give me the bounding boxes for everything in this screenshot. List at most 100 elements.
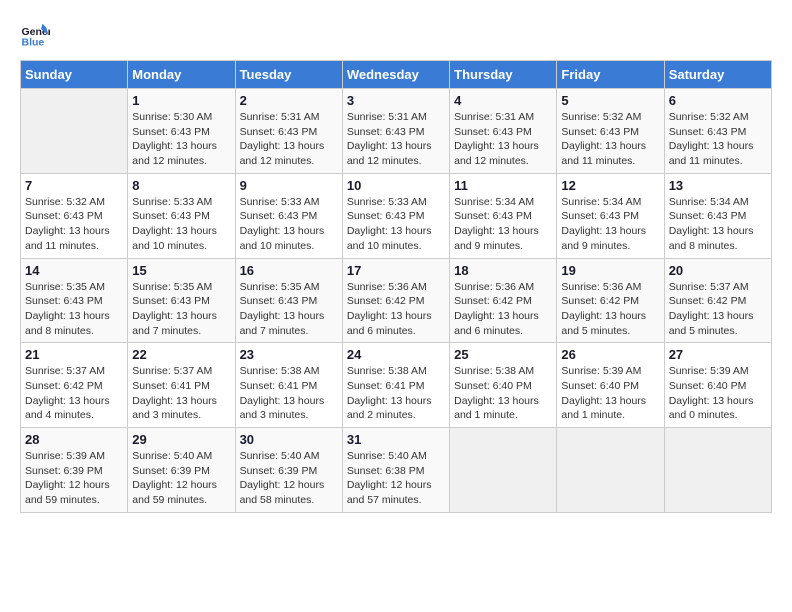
day-number: 16 (240, 263, 338, 278)
day-info: Sunrise: 5:34 AM Sunset: 6:43 PM Dayligh… (561, 195, 659, 254)
calendar-cell: 4 Sunrise: 5:31 AM Sunset: 6:43 PM Daylig… (450, 89, 557, 174)
calendar-cell: 6 Sunrise: 5:32 AM Sunset: 6:43 PM Daylig… (664, 89, 771, 174)
calendar-cell (21, 89, 128, 174)
day-info: Sunrise: 5:36 AM Sunset: 6:42 PM Dayligh… (561, 280, 659, 339)
calendar-cell (557, 428, 664, 513)
calendar-cell (450, 428, 557, 513)
calendar-cell: 27 Sunrise: 5:39 AM Sunset: 6:40 PM Dayli… (664, 343, 771, 428)
day-number: 27 (669, 347, 767, 362)
day-number: 9 (240, 178, 338, 193)
calendar-cell: 11 Sunrise: 5:34 AM Sunset: 6:43 PM Dayli… (450, 173, 557, 258)
day-info: Sunrise: 5:37 AM Sunset: 6:41 PM Dayligh… (132, 364, 230, 423)
calendar-cell: 24Sunrise: 5:38 AM Sunset: 6:41 PM Dayli… (342, 343, 449, 428)
calendar-cell (664, 428, 771, 513)
day-number: 22 (132, 347, 230, 362)
calendar-cell: 20Sunrise: 5:37 AM Sunset: 6:42 PM Dayli… (664, 258, 771, 343)
day-info: Sunrise: 5:31 AM Sunset: 6:43 PM Dayligh… (347, 110, 445, 169)
calendar-week-1: 1 Sunrise: 5:30 AM Sunset: 6:43 PM Daylig… (21, 89, 772, 174)
day-info: Sunrise: 5:40 AM Sunset: 6:39 PM Dayligh… (132, 449, 230, 508)
day-number: 28 (25, 432, 123, 447)
day-info: Sunrise: 5:32 AM Sunset: 6:43 PM Dayligh… (25, 195, 123, 254)
calendar-cell: 14 Sunrise: 5:35 AM Sunset: 6:43 PM Dayli… (21, 258, 128, 343)
calendar-cell: 15 Sunrise: 5:35 AM Sunset: 6:43 PM Dayli… (128, 258, 235, 343)
day-info: Sunrise: 5:31 AM Sunset: 6:43 PM Dayligh… (240, 110, 338, 169)
logo: General Blue (20, 20, 50, 50)
calendar-week-5: 28 Sunrise: 5:39 AM Sunset: 6:39 PM Dayli… (21, 428, 772, 513)
day-info: Sunrise: 5:32 AM Sunset: 6:43 PM Dayligh… (669, 110, 767, 169)
page-header: General Blue (20, 20, 772, 50)
day-number: 13 (669, 178, 767, 193)
day-info: Sunrise: 5:39 AM Sunset: 6:39 PM Dayligh… (25, 449, 123, 508)
day-info: Sunrise: 5:35 AM Sunset: 6:43 PM Dayligh… (25, 280, 123, 339)
calendar-cell: 25Sunrise: 5:38 AM Sunset: 6:40 PM Dayli… (450, 343, 557, 428)
calendar-cell: 28 Sunrise: 5:39 AM Sunset: 6:39 PM Dayli… (21, 428, 128, 513)
day-number: 18 (454, 263, 552, 278)
calendar-cell: 13 Sunrise: 5:34 AM Sunset: 6:43 PM Dayli… (664, 173, 771, 258)
calendar-cell: 1 Sunrise: 5:30 AM Sunset: 6:43 PM Daylig… (128, 89, 235, 174)
day-info: Sunrise: 5:40 AM Sunset: 6:39 PM Dayligh… (240, 449, 338, 508)
calendar-cell: 8Sunrise: 5:33 AM Sunset: 6:43 PM Daylig… (128, 173, 235, 258)
day-number: 21 (25, 347, 123, 362)
day-info: Sunrise: 5:34 AM Sunset: 6:43 PM Dayligh… (454, 195, 552, 254)
day-info: Sunrise: 5:36 AM Sunset: 6:42 PM Dayligh… (454, 280, 552, 339)
calendar-cell: 16 Sunrise: 5:35 AM Sunset: 6:43 PM Dayli… (235, 258, 342, 343)
day-number: 7 (25, 178, 123, 193)
header-friday: Friday (557, 61, 664, 89)
day-number: 20 (669, 263, 767, 278)
logo-icon: General Blue (20, 20, 50, 50)
calendar-cell: 5 Sunrise: 5:32 AM Sunset: 6:43 PM Daylig… (557, 89, 664, 174)
day-number: 30 (240, 432, 338, 447)
day-number: 26 (561, 347, 659, 362)
header-wednesday: Wednesday (342, 61, 449, 89)
header-row: Sunday Monday Tuesday Wednesday Thursday… (21, 61, 772, 89)
header-saturday: Saturday (664, 61, 771, 89)
day-number: 11 (454, 178, 552, 193)
calendar-cell: 9 Sunrise: 5:33 AM Sunset: 6:43 PM Daylig… (235, 173, 342, 258)
day-number: 19 (561, 263, 659, 278)
day-number: 5 (561, 93, 659, 108)
day-info: Sunrise: 5:31 AM Sunset: 6:43 PM Dayligh… (454, 110, 552, 169)
day-number: 14 (25, 263, 123, 278)
day-info: Sunrise: 5:39 AM Sunset: 6:40 PM Dayligh… (669, 364, 767, 423)
day-info: Sunrise: 5:35 AM Sunset: 6:43 PM Dayligh… (132, 280, 230, 339)
day-info: Sunrise: 5:35 AM Sunset: 6:43 PM Dayligh… (240, 280, 338, 339)
day-info: Sunrise: 5:32 AM Sunset: 6:43 PM Dayligh… (561, 110, 659, 169)
day-number: 10 (347, 178, 445, 193)
day-number: 24 (347, 347, 445, 362)
day-info: Sunrise: 5:38 AM Sunset: 6:41 PM Dayligh… (240, 364, 338, 423)
day-number: 17 (347, 263, 445, 278)
day-number: 6 (669, 93, 767, 108)
day-number: 31 (347, 432, 445, 447)
day-info: Sunrise: 5:33 AM Sunset: 6:43 PM Dayligh… (240, 195, 338, 254)
calendar-cell: 22 Sunrise: 5:37 AM Sunset: 6:41 PM Dayli… (128, 343, 235, 428)
calendar-cell: 2Sunrise: 5:31 AM Sunset: 6:43 PM Daylig… (235, 89, 342, 174)
calendar-week-4: 21Sunrise: 5:37 AM Sunset: 6:42 PM Dayli… (21, 343, 772, 428)
calendar-cell: 10Sunrise: 5:33 AM Sunset: 6:43 PM Dayli… (342, 173, 449, 258)
day-number: 3 (347, 93, 445, 108)
calendar-cell: 12 Sunrise: 5:34 AM Sunset: 6:43 PM Dayli… (557, 173, 664, 258)
calendar-cell: 23 Sunrise: 5:38 AM Sunset: 6:41 PM Dayli… (235, 343, 342, 428)
day-number: 23 (240, 347, 338, 362)
calendar-cell: 26 Sunrise: 5:39 AM Sunset: 6:40 PM Dayli… (557, 343, 664, 428)
day-number: 25 (454, 347, 552, 362)
calendar-cell: 31Sunrise: 5:40 AM Sunset: 6:38 PM Dayli… (342, 428, 449, 513)
calendar-cell: 7 Sunrise: 5:32 AM Sunset: 6:43 PM Daylig… (21, 173, 128, 258)
calendar-cell: 18 Sunrise: 5:36 AM Sunset: 6:42 PM Dayli… (450, 258, 557, 343)
calendar-cell: 29Sunrise: 5:40 AM Sunset: 6:39 PM Dayli… (128, 428, 235, 513)
calendar-cell: 30 Sunrise: 5:40 AM Sunset: 6:39 PM Dayli… (235, 428, 342, 513)
calendar-cell: 21Sunrise: 5:37 AM Sunset: 6:42 PM Dayli… (21, 343, 128, 428)
header-thursday: Thursday (450, 61, 557, 89)
day-number: 1 (132, 93, 230, 108)
day-number: 4 (454, 93, 552, 108)
day-number: 12 (561, 178, 659, 193)
day-info: Sunrise: 5:33 AM Sunset: 6:43 PM Dayligh… (132, 195, 230, 254)
calendar-week-3: 14 Sunrise: 5:35 AM Sunset: 6:43 PM Dayli… (21, 258, 772, 343)
day-info: Sunrise: 5:30 AM Sunset: 6:43 PM Dayligh… (132, 110, 230, 169)
calendar-cell: 19 Sunrise: 5:36 AM Sunset: 6:42 PM Dayli… (557, 258, 664, 343)
day-info: Sunrise: 5:34 AM Sunset: 6:43 PM Dayligh… (669, 195, 767, 254)
calendar-table: Sunday Monday Tuesday Wednesday Thursday… (20, 60, 772, 513)
day-number: 15 (132, 263, 230, 278)
calendar-cell: 3 Sunrise: 5:31 AM Sunset: 6:43 PM Daylig… (342, 89, 449, 174)
header-sunday: Sunday (21, 61, 128, 89)
day-info: Sunrise: 5:39 AM Sunset: 6:40 PM Dayligh… (561, 364, 659, 423)
